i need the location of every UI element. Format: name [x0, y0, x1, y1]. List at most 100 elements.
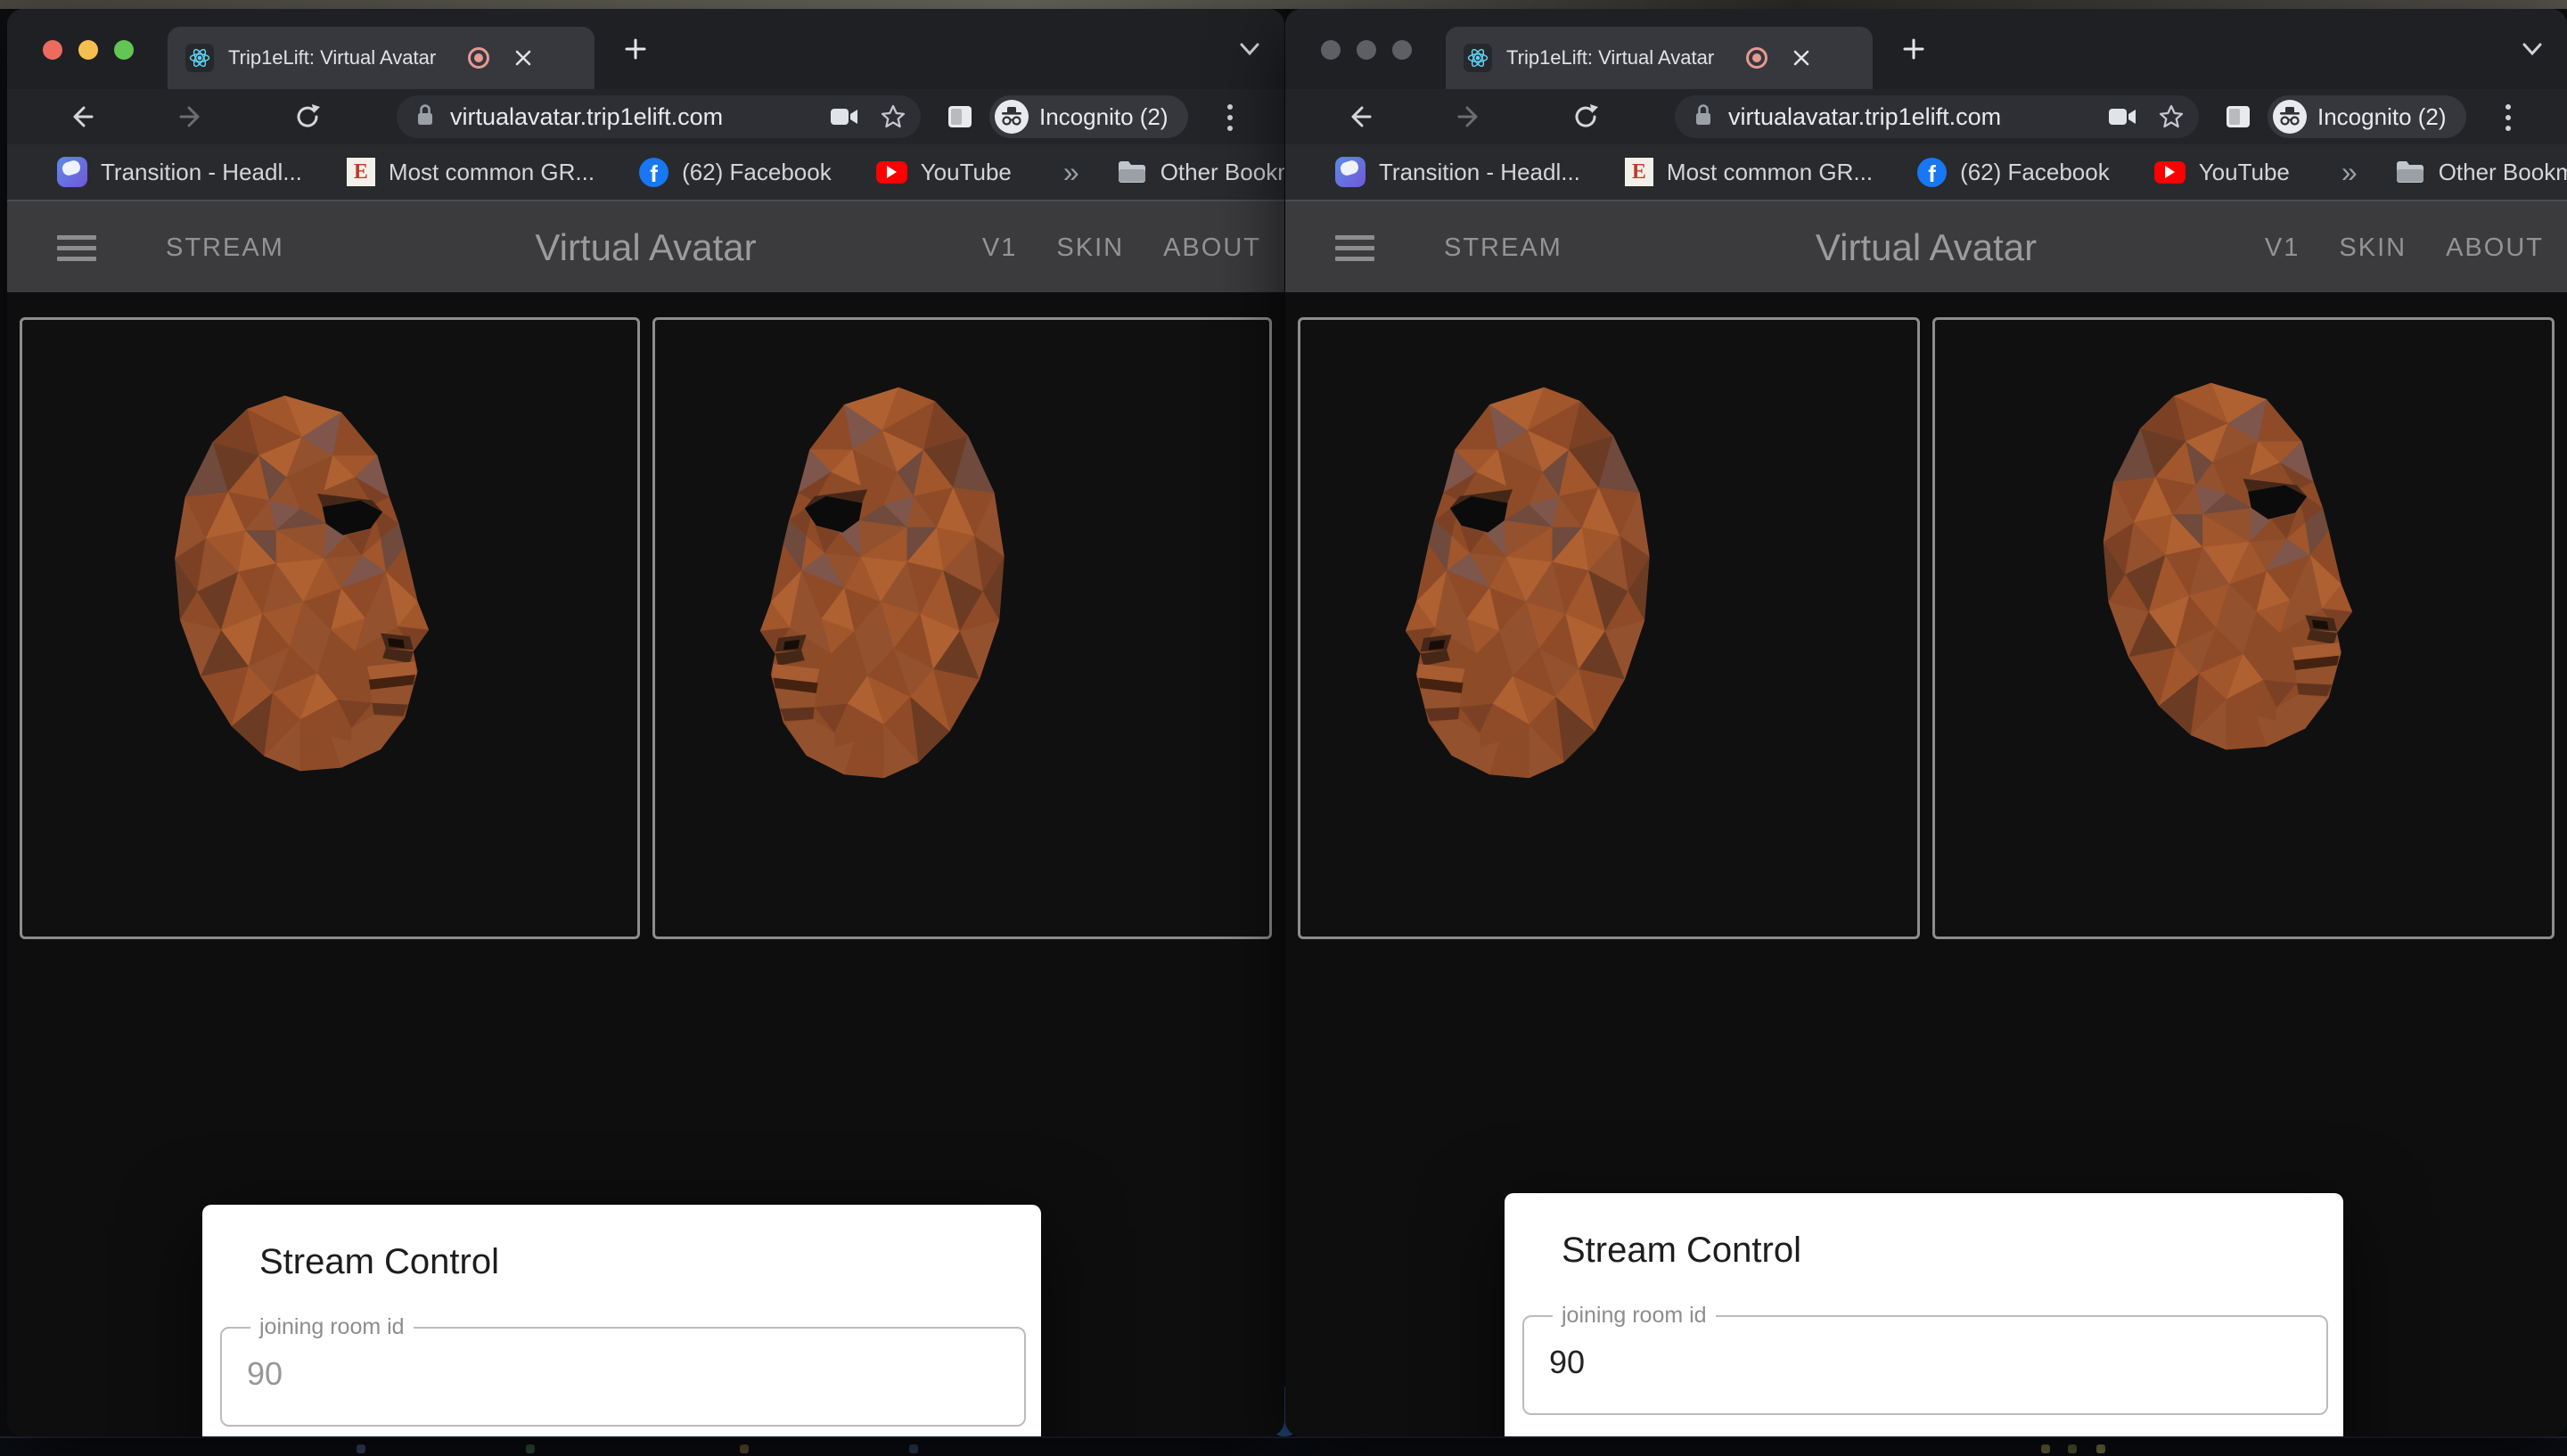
nav-skin-link[interactable]: SKIN [1056, 233, 1124, 263]
joining-room-id-input[interactable]: joining room id 90 [220, 1327, 1026, 1427]
browser-tab[interactable]: Trip1eLift: Virtual Avatar [168, 27, 595, 89]
bookmarks-bar: Transition - Headl... E Most common GR..… [1285, 144, 2567, 200]
facebook-icon: f [639, 158, 668, 187]
url-text: virtualavatar.trip1elift.com [1728, 103, 2001, 131]
app-navbar: STREAM Virtual Avatar V1 SKIN ABOUT [1285, 200, 2567, 292]
e-favicon-icon: E [1625, 158, 1653, 186]
dialog-title: Stream Control [1562, 1231, 1801, 1271]
input-label: joining room id [1553, 1303, 1716, 1329]
avatar-face-mesh [156, 384, 431, 774]
close-window-button[interactable] [1321, 40, 1341, 60]
page-content: STREAM Virtual Avatar V1 SKIN ABOUT Stre… [7, 200, 1284, 1436]
bookmark-star-icon[interactable] [2158, 103, 2185, 130]
react-favicon-icon [185, 44, 214, 72]
bookmark-item[interactable]: E Most common GR... [347, 158, 595, 186]
local-avatar-canvas[interactable] [20, 317, 640, 939]
minimize-window-button[interactable] [1357, 40, 1376, 60]
desktop-dock-edge [0, 1436, 2567, 1456]
joining-room-id-input[interactable]: joining room id 90 [1522, 1315, 2328, 1415]
stream-control-dialog: Stream Control joining room id 90 CREATE… [1505, 1193, 2343, 1436]
recording-indicator-icon [468, 47, 489, 69]
address-bar[interactable]: virtualavatar.trip1elift.com [1675, 95, 2199, 138]
incognito-icon [995, 100, 1029, 134]
incognito-count-label: Incognito (2) [1039, 103, 1169, 131]
incognito-badge[interactable]: Incognito (2) [2268, 95, 2466, 138]
reload-icon[interactable] [1571, 102, 1601, 132]
page-content: STREAM Virtual Avatar V1 SKIN ABOUT Stre… [1285, 200, 2567, 1436]
minimize-window-button[interactable] [78, 40, 98, 60]
transition-icon [1335, 157, 1366, 187]
bookmark-item[interactable]: YouTube [2154, 159, 2290, 186]
bookmark-item[interactable]: E Most common GR... [1625, 158, 1873, 186]
camera-icon[interactable] [2108, 106, 2136, 127]
lock-icon [1693, 102, 1714, 132]
desktop: Trip1eLift: Virtual Avatar [0, 0, 2567, 1456]
window-traffic-lights [1321, 40, 1412, 60]
incognito-icon [2273, 100, 2307, 134]
bookmark-item[interactable]: Transition - Headl... [57, 157, 302, 187]
reload-icon[interactable] [292, 102, 323, 132]
tab-title: Trip1eLift: Virtual Avatar [228, 46, 436, 70]
youtube-icon [2154, 161, 2186, 184]
browser-tab[interactable]: Trip1eLift: Virtual Avatar [1446, 27, 1873, 89]
address-bar[interactable]: virtualavatar.trip1elift.com [397, 95, 921, 138]
back-icon[interactable] [1344, 102, 1374, 132]
url-text: virtualavatar.trip1elift.com [450, 103, 723, 131]
close-window-button[interactable] [43, 40, 62, 60]
bookmark-item[interactable]: f (62) Facebook [639, 158, 832, 187]
e-favicon-icon: E [347, 158, 375, 186]
forward-icon[interactable] [1455, 102, 1485, 132]
new-tab-button[interactable] [622, 36, 649, 62]
nav-v1-link[interactable]: V1 [982, 233, 1017, 263]
remote-avatar-canvas[interactable] [652, 317, 1273, 939]
local-avatar-canvas[interactable] [1298, 317, 1920, 939]
bookmarks-overflow-chevron[interactable]: » [2334, 156, 2365, 189]
remote-avatar-canvas[interactable] [1932, 317, 2555, 939]
desktop-wallpaper-strip [0, 0, 2567, 9]
browser-menu-kebab-icon[interactable] [1225, 102, 1235, 134]
window-traffic-lights [43, 40, 134, 60]
other-bookmarks-button[interactable]: Other Bookmarks [1117, 159, 1284, 186]
dialog-title: Stream Control [259, 1242, 499, 1282]
camera-icon[interactable] [830, 106, 858, 127]
tab-search-chevron-icon[interactable] [2519, 41, 2546, 59]
avatar-panels [7, 292, 1284, 939]
bookmarks-bar: Transition - Headl... E Most common GR..… [7, 144, 1284, 200]
other-bookmarks-button[interactable]: Other Bookmarks [2395, 159, 2567, 186]
bookmarks-overflow-chevron[interactable]: » [1056, 156, 1087, 189]
tab-close-icon[interactable] [513, 47, 534, 69]
nav-about-link[interactable]: ABOUT [2446, 233, 2544, 263]
recording-indicator-icon [1746, 47, 1767, 69]
youtube-icon [876, 161, 907, 184]
avatar-face-mesh [2085, 372, 2354, 753]
browser-menu-kebab-icon[interactable] [2503, 102, 2514, 134]
browser-window-left: Trip1eLift: Virtual Avatar [7, 9, 1284, 1436]
browser-window-right: Trip1eLift: Virtual Avatar [1285, 9, 2567, 1436]
back-icon[interactable] [66, 102, 96, 132]
input-value: 90 [1549, 1344, 1585, 1381]
nav-v1-link[interactable]: V1 [2265, 233, 2300, 263]
nav-skin-link[interactable]: SKIN [2339, 233, 2407, 263]
bookmark-item[interactable]: f (62) Facebook [1917, 158, 2110, 187]
bookmark-item[interactable]: Transition - Headl... [1335, 157, 1580, 187]
tab-strip: Trip1eLift: Virtual Avatar [7, 9, 1284, 89]
zoom-window-button[interactable] [1392, 40, 1412, 60]
tab-search-chevron-icon[interactable] [1236, 41, 1263, 59]
new-tab-button[interactable] [1900, 36, 1927, 62]
nav-about-link[interactable]: ABOUT [1163, 233, 1261, 263]
react-favicon-icon [1464, 44, 1492, 72]
incognito-badge[interactable]: Incognito (2) [989, 95, 1188, 138]
bookmark-star-icon[interactable] [880, 103, 906, 130]
facebook-icon: f [1917, 158, 1947, 187]
bookmark-item[interactable]: YouTube [876, 159, 1012, 186]
forward-icon[interactable] [176, 102, 207, 132]
browser-toolbar: virtualavatar.trip1elift.com Incognito (… [7, 89, 1284, 144]
tab-strip: Trip1eLift: Virtual Avatar [1285, 9, 2567, 89]
side-panel-icon[interactable] [946, 102, 974, 131]
tab-close-icon[interactable] [1791, 47, 1812, 69]
lock-icon [414, 102, 436, 132]
side-panel-icon[interactable] [2224, 102, 2252, 131]
browser-toolbar: virtualavatar.trip1elift.com Incognito (… [1285, 89, 2567, 144]
avatar-face-mesh [1404, 375, 1668, 781]
zoom-window-button[interactable] [114, 40, 134, 60]
